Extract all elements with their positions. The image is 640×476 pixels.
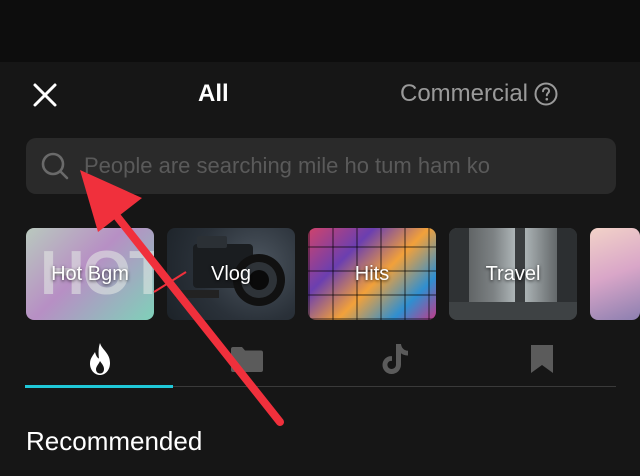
close-icon[interactable] (28, 78, 62, 112)
search-icon (41, 152, 69, 180)
flame-icon (90, 343, 110, 375)
category-hits[interactable]: Hits (308, 228, 436, 320)
tab-all[interactable]: All (198, 80, 229, 108)
category-vlog[interactable]: Vlog (167, 228, 295, 320)
section-title: Recommended (26, 426, 203, 456)
tab-folder[interactable] (172, 330, 322, 388)
tiktok-icon (382, 344, 408, 374)
active-tab-indicator (25, 385, 173, 388)
category-row: HOT Hot Bgm Vlog Hits Travel (26, 228, 640, 320)
search-bar[interactable] (26, 138, 616, 194)
search-input[interactable] (84, 146, 604, 186)
bookmark-icon (531, 345, 553, 373)
tab-tiktok[interactable] (320, 330, 470, 388)
category-label: Hot Bgm (51, 262, 129, 285)
category-hot-bgm[interactable]: HOT Hot Bgm (26, 228, 154, 320)
category-label: Vlog (210, 262, 252, 285)
category-label: Travel (485, 262, 541, 285)
tab-bar (0, 330, 640, 388)
top-band (0, 0, 640, 62)
category-label: Hits (354, 262, 390, 285)
help-icon[interactable] (534, 82, 558, 106)
tab-saved[interactable] (467, 330, 617, 388)
tab-trending[interactable] (25, 330, 175, 388)
tab-commercial[interactable]: Commercial (400, 80, 558, 108)
folder-icon (231, 347, 263, 372)
category-partial[interactable] (590, 228, 640, 320)
category-travel[interactable]: Travel (449, 228, 577, 320)
tab-commercial-label: Commercial (400, 80, 529, 107)
